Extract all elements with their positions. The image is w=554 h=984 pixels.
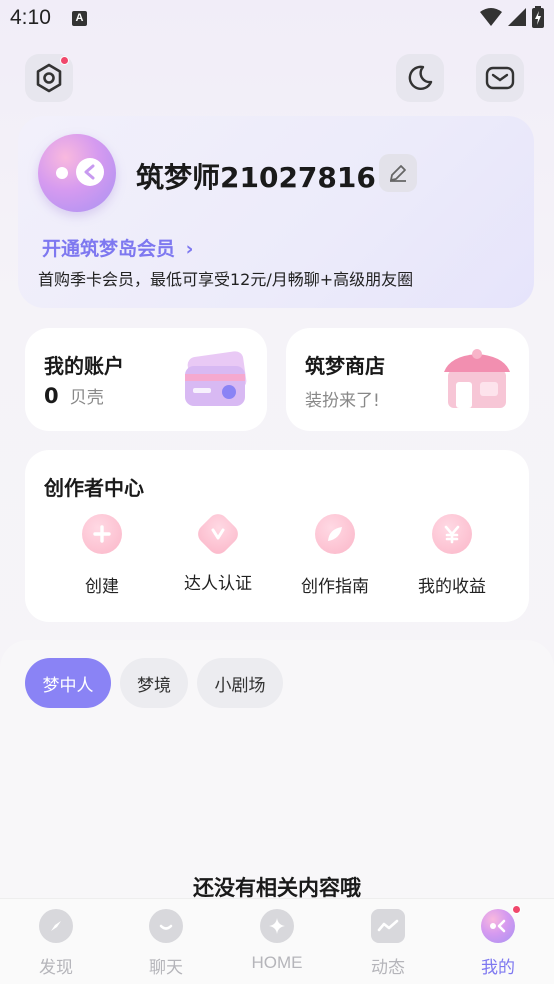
plus-icon (82, 514, 122, 554)
creator-title: 创作者中心 (44, 476, 144, 500)
mine-badge (512, 905, 521, 914)
chevron-right-icon: › (185, 238, 194, 260)
account-card[interactable]: 我的账户 0 贝壳 (25, 328, 267, 431)
shop-title: 筑梦商店 (305, 354, 385, 378)
tab-theater[interactable]: 小剧场 (197, 658, 283, 708)
shop-subtitle: 装扮来了! (305, 391, 380, 411)
creator-create-label: 创建 (85, 577, 119, 597)
edit-name-button[interactable] (379, 154, 417, 192)
shop-card[interactable]: 筑梦商店 装扮来了! (286, 328, 529, 431)
nav-mine-label: 我的 (481, 958, 515, 978)
tab-dreamscape[interactable]: 梦境 (120, 658, 188, 708)
creator-earnings[interactable]: 我的收益 (407, 514, 497, 597)
vip-description: 首购季卡会员，最低可享受12元/月畅聊+高级朋友圈 (38, 270, 414, 289)
notification-icon: A (72, 11, 87, 26)
vip-link-label: 开通筑梦岛会员 (42, 238, 176, 260)
status-bar: 4:10 A (0, 0, 554, 40)
settings-button[interactable] (25, 54, 73, 102)
vip-link[interactable]: 开通筑梦岛会员 › (42, 234, 193, 261)
nav-discover[interactable]: 发现 (6, 909, 106, 978)
avatar[interactable] (38, 134, 116, 212)
nav-chat[interactable]: 聊天 (116, 909, 216, 978)
status-time: 4:10 (10, 6, 51, 29)
wallet-card-icon (185, 351, 247, 406)
creator-guide[interactable]: 创作指南 (290, 514, 380, 597)
bottom-nav: 发现 聊天 HOME 动态 我的 (0, 898, 554, 984)
dark-mode-button[interactable] (396, 54, 444, 102)
account-title: 我的账户 (44, 354, 124, 378)
signal-icon (508, 8, 526, 26)
wave-icon (371, 909, 405, 943)
creator-center: 创作者中心 创建 达人认证 创作指南 我的收益 (25, 450, 529, 622)
creator-guide-label: 创作指南 (301, 577, 369, 597)
creator-earnings-label: 我的收益 (418, 577, 486, 597)
battery-icon (532, 6, 544, 28)
heart-badge-icon (193, 509, 243, 559)
nav-mine[interactable]: 我的 (448, 905, 548, 978)
profile-card: 筑梦师21027816 开通筑梦岛会员 › 首购季卡会员，最低可享受12元/月畅… (18, 116, 534, 308)
nav-home-label: HOME (251, 953, 303, 972)
settings-icon (36, 63, 62, 93)
settings-badge (60, 56, 69, 65)
creator-certification[interactable]: 达人认证 (173, 509, 263, 594)
messages-button[interactable] (476, 54, 524, 102)
balance-unit: 贝壳 (69, 388, 104, 408)
content-panel: 梦中人 梦境 小剧场 还没有相关内容哦 (0, 640, 554, 940)
moon-icon (408, 65, 433, 90)
balance-value: 0 (44, 384, 59, 408)
yen-icon (432, 514, 472, 554)
shop-icon (444, 349, 510, 408)
sparkle-icon (260, 909, 294, 943)
creator-create[interactable]: 创建 (57, 514, 147, 597)
nav-discover-label: 发现 (39, 958, 73, 978)
mail-icon (485, 66, 515, 90)
account-balance: 0 贝壳 (44, 383, 104, 408)
creator-certification-label: 达人认证 (184, 574, 252, 594)
feather-icon (315, 514, 355, 554)
tab-dream-person[interactable]: 梦中人 (25, 658, 111, 708)
nav-home[interactable]: HOME (227, 909, 327, 973)
nav-moments[interactable]: 动态 (338, 909, 438, 978)
profile-avatar-icon (481, 905, 521, 943)
nav-chat-label: 聊天 (149, 958, 183, 978)
pencil-icon (390, 165, 406, 182)
compass-icon (39, 909, 73, 943)
wifi-icon (480, 8, 502, 26)
nav-moments-label: 动态 (371, 958, 405, 978)
username: 筑梦师21027816 (136, 161, 376, 194)
chat-icon (149, 909, 183, 943)
status-icons (480, 6, 544, 28)
